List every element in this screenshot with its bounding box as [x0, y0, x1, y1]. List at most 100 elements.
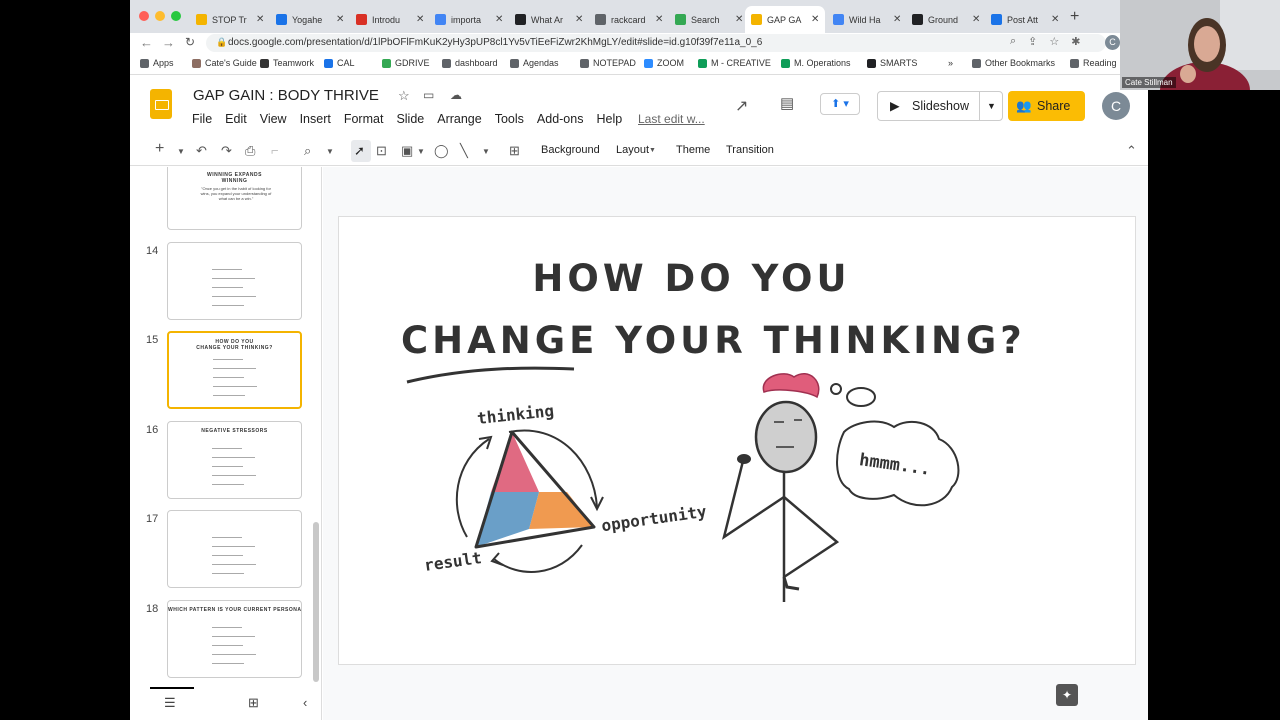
close-tab-icon[interactable]: ✕ — [972, 14, 980, 25]
menu-tools[interactable]: Tools — [495, 112, 524, 126]
bookmark-item[interactable]: NOTEPAD — [580, 58, 636, 68]
menu-file[interactable]: File — [192, 112, 212, 126]
bookmark-item[interactable]: Cate's Guide — [192, 58, 257, 68]
tab-9[interactable]: Wild Ha ✕ — [827, 6, 905, 33]
undo-icon[interactable]: ↶ — [196, 143, 207, 159]
extensions-icon[interactable]: ✱ — [1071, 35, 1080, 48]
bookmark-item[interactable]: M. Operations — [781, 58, 851, 68]
share-button[interactable]: 👥 Share — [1008, 91, 1085, 121]
close-tab-icon[interactable]: ✕ — [495, 14, 503, 25]
layout-button[interactable]: Layout — [616, 144, 649, 156]
tab-5[interactable]: What Ar ✕ — [509, 6, 587, 33]
chevron-down-icon[interactable]: ▼ — [649, 147, 656, 154]
bookmark-item[interactable]: » — [948, 58, 953, 68]
tab-10[interactable]: Ground ✕ — [906, 6, 984, 33]
document-title[interactable]: GAP GAIN : BODY THRIVE — [193, 87, 379, 104]
zoom-icon[interactable]: ⌕ — [304, 143, 311, 159]
menu-help[interactable]: Help — [596, 112, 622, 126]
shape-icon[interactable]: ◯ — [434, 143, 449, 159]
zoom-icon[interactable]: ⌕ — [1010, 35, 1016, 48]
tab-4[interactable]: importa ✕ — [429, 6, 507, 33]
bookmark-item[interactable]: GDRIVE — [382, 58, 430, 68]
close-tab-icon[interactable]: ✕ — [416, 14, 424, 25]
bookmark-item[interactable]: CAL — [324, 58, 355, 68]
share-page-icon[interactable]: ⇪ — [1028, 35, 1037, 48]
filmstrip-scrollbar[interactable] — [313, 522, 319, 682]
slide-thumbnail-16[interactable]: NEGATIVE STRESSORS — [167, 421, 302, 499]
chevron-down-icon[interactable]: ▼ — [177, 147, 185, 156]
explore-icon[interactable]: ✦ — [1056, 684, 1078, 706]
comments-icon[interactable]: ▤ — [780, 94, 794, 112]
close-tab-icon[interactable]: ✕ — [256, 14, 264, 25]
star-icon[interactable]: ☆ — [398, 88, 410, 104]
close-window-button[interactable] — [139, 11, 149, 21]
menu-view[interactable]: View — [260, 112, 287, 126]
menu-addons[interactable]: Add-ons — [537, 112, 584, 126]
bookmark-item[interactable]: Other Bookmarks — [972, 58, 1055, 68]
background-button[interactable]: Background — [541, 144, 600, 156]
close-tab-icon[interactable]: ✕ — [336, 14, 344, 25]
slide-thumbnail-18[interactable]: WHICH PATTERN IS YOUR CURRENT PERSONALIT… — [167, 600, 302, 678]
chevron-down-icon[interactable]: ▼ — [326, 147, 334, 156]
reload-icon[interactable]: ↻ — [185, 35, 195, 49]
minimize-window-button[interactable] — [155, 11, 165, 21]
tab-8[interactable]: GAP GA ✕ — [745, 6, 825, 33]
tab-7[interactable]: Search ✕ — [669, 6, 747, 33]
bookmark-item[interactable]: M - CREATIVE — [698, 58, 771, 68]
transition-button[interactable]: Transition — [726, 144, 774, 156]
collapse-toolbar-icon[interactable]: ⌃ — [1126, 143, 1137, 159]
slide-canvas[interactable]: HOW DO YOU CHANGE YOUR THINKING? thinkin… — [338, 216, 1136, 665]
menu-insert[interactable]: Insert — [300, 112, 331, 126]
bookmark-star-icon[interactable]: ☆ — [1049, 35, 1059, 48]
tab-3[interactable]: Introdu ✕ — [350, 6, 428, 33]
chevron-down-icon[interactable]: ▼ — [482, 147, 490, 156]
bookmark-item[interactable]: SMARTS — [867, 58, 917, 68]
bookmark-item[interactable]: Apps — [140, 58, 174, 68]
last-edit-link[interactable]: Last edit w... — [638, 112, 705, 126]
filmstrip-view-icon[interactable]: ☰ — [164, 695, 176, 711]
close-tab-icon[interactable]: ✕ — [735, 14, 743, 25]
lock-icon[interactable]: 🔒 — [216, 37, 227, 48]
chevron-down-icon[interactable]: ▼ — [417, 147, 425, 156]
bookmark-item[interactable]: ZOOM — [644, 58, 684, 68]
user-avatar[interactable]: C — [1102, 92, 1130, 120]
close-tab-icon[interactable]: ✕ — [575, 14, 583, 25]
image-icon[interactable]: ▣ — [401, 143, 413, 159]
text-box-icon[interactable]: ⊡ — [376, 143, 387, 159]
new-tab-button[interactable]: + — [1070, 8, 1079, 26]
select-cursor-icon[interactable]: ➚ — [354, 143, 365, 159]
print-icon[interactable]: ⎙ — [245, 143, 255, 159]
close-tab-icon[interactable]: ✕ — [893, 14, 901, 25]
slide-thumbnail-14[interactable] — [167, 242, 302, 320]
menu-edit[interactable]: Edit — [225, 112, 247, 126]
back-icon[interactable]: ← — [140, 35, 153, 50]
new-slide-icon[interactable]: + — [155, 140, 164, 158]
menu-arrange[interactable]: Arrange — [437, 112, 481, 126]
close-tab-icon[interactable]: ✕ — [655, 14, 663, 25]
slide-thumbnail-13[interactable]: WINNING EXPANDS WINNING "Once you get in… — [167, 167, 302, 230]
activity-trend-icon[interactable]: ↗ — [735, 96, 748, 116]
move-folder-icon[interactable]: ▭ — [423, 88, 434, 102]
tab-2[interactable]: Yogahe ✕ — [270, 6, 348, 33]
tab-6[interactable]: rackcard ✕ — [589, 6, 667, 33]
tab-1[interactable]: STOP Tr ✕ — [190, 6, 268, 33]
menu-slide[interactable]: Slide — [396, 112, 424, 126]
slide-thumbnail-17[interactable] — [167, 510, 302, 588]
bookmark-item[interactable]: Agendas — [510, 58, 559, 68]
redo-icon[interactable]: ↷ — [221, 143, 232, 159]
profile-avatar[interactable]: C — [1105, 35, 1120, 50]
forward-icon[interactable]: → — [162, 35, 175, 50]
bookmark-item[interactable]: dashboard — [442, 58, 498, 68]
present-to-meeting-icon[interactable]: ⬆ ▾ — [820, 93, 860, 115]
maximize-window-button[interactable] — [171, 11, 181, 21]
bookmark-item[interactable]: Reading — [1070, 58, 1117, 68]
theme-button[interactable]: Theme — [676, 144, 710, 156]
slideshow-button[interactable]: ▶ Slideshow ▼ — [877, 91, 1003, 121]
collapse-panel-icon[interactable]: ‹ — [303, 695, 307, 710]
cloud-status-icon[interactable]: ☁ — [450, 88, 462, 102]
add-comment-icon[interactable]: ⊞ — [509, 143, 520, 159]
slide-thumbnail-15[interactable]: HOW DO YOU CHANGE YOUR THINKING? — [167, 331, 302, 409]
url-field[interactable]: docs.google.com/presentation/d/1lPbOFlFm… — [206, 34, 1106, 52]
bookmark-item[interactable]: Teamwork — [260, 58, 314, 68]
paint-format-icon[interactable]: ⌐ — [271, 143, 279, 158]
